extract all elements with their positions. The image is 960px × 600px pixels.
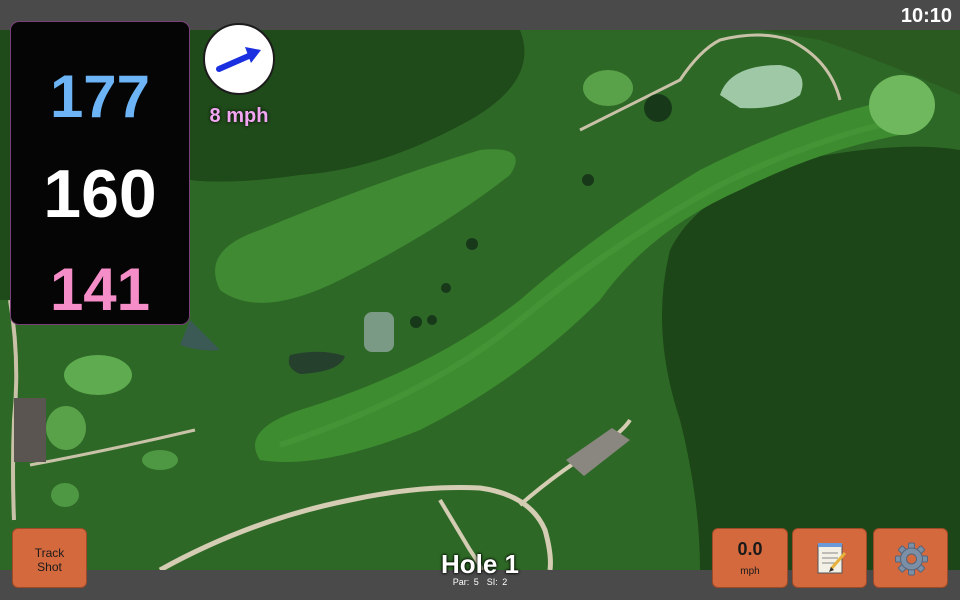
hole-stroke-index: SI: 2 xyxy=(486,577,508,587)
clock: 10:10 xyxy=(900,5,952,27)
distance-panel: 177 160 141 xyxy=(11,22,189,324)
wind-speed-value: 0.0 xyxy=(737,539,763,559)
hole-info: Par: 5 SI: 2 xyxy=(380,577,580,587)
gear-icon xyxy=(895,542,928,576)
wind-speed-label: 8 mph xyxy=(209,105,269,127)
middle-of-green-distance: 160 xyxy=(43,156,157,232)
hole-title: Hole 1 xyxy=(440,549,520,579)
settings-button[interactable] xyxy=(873,528,948,588)
front-of-green-distance: 141 xyxy=(49,256,151,323)
wind-speed-button[interactable]: 0.0 mph xyxy=(712,528,788,588)
wind-direction-indicator xyxy=(203,23,275,95)
wind-arrow-icon xyxy=(216,47,261,72)
wind-speed-unit: mph xyxy=(740,566,760,577)
notepad-icon xyxy=(817,543,847,574)
track-shot-button[interactable]: Track Shot xyxy=(12,528,87,588)
notes-button[interactable] xyxy=(792,528,867,588)
track-shot-label-line2: Shot xyxy=(37,560,62,574)
track-shot-label-line1: Track xyxy=(34,546,65,560)
hole-par: Par: 5 xyxy=(452,577,479,587)
back-of-green-distance: 177 xyxy=(49,63,151,130)
